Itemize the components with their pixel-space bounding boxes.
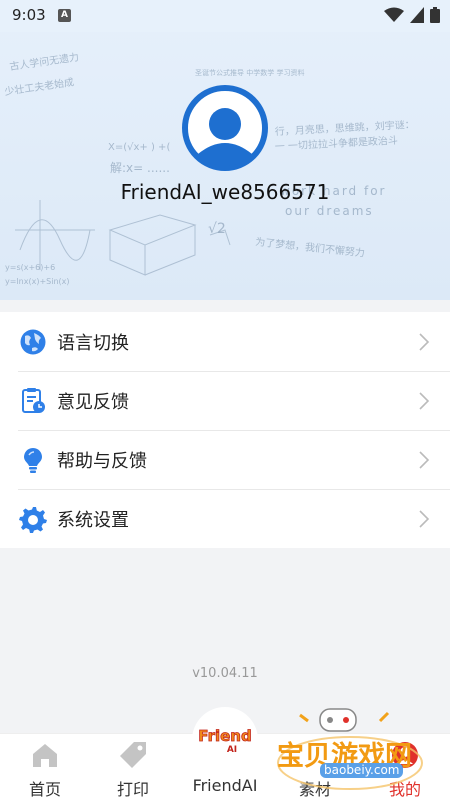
svg-text:our dreams: our dreams	[285, 204, 374, 218]
profile-header: 古人学问无遗力 少壮工夫老始成 X=(√x+ ) +( 解:x= ...... …	[0, 0, 450, 300]
signal-icon	[410, 7, 424, 23]
menu-item-feedback[interactable]: 意见反馈	[0, 371, 450, 430]
menu-label: 系统设置	[57, 509, 129, 531]
menu-label: 帮助与反馈	[57, 450, 147, 472]
logo-text: Friend	[198, 727, 251, 745]
svg-text:解:x= ......: 解:x= ......	[110, 161, 170, 175]
gear-icon	[19, 506, 47, 533]
menu-label: 意见反馈	[57, 391, 129, 413]
settings-menu: 语言切换 意见反馈 帮助与反馈 系统设置	[0, 312, 450, 548]
status-bar: 9:03 A	[0, 0, 450, 32]
menu-item-language[interactable]: 语言切换	[0, 312, 450, 371]
globe-icon	[20, 329, 46, 354]
menu-item-help[interactable]: 帮助与反馈	[0, 430, 450, 489]
username: FriendAI_we8566571	[120, 180, 330, 204]
chevron-right-icon	[419, 333, 430, 351]
menu-label: 语言切换	[57, 332, 129, 354]
menu-item-system-settings[interactable]: 系统设置	[0, 489, 450, 548]
svg-text:y=lnx(x)+Sin(x): y=lnx(x)+Sin(x)	[5, 277, 70, 286]
chevron-right-icon	[419, 392, 430, 410]
lightbulb-icon	[24, 447, 42, 473]
watermark-url: baobeiy.com	[320, 763, 404, 778]
home-icon	[33, 744, 57, 767]
battery-icon	[430, 7, 440, 23]
logo-sub: AI	[227, 745, 237, 754]
wifi-icon	[384, 7, 404, 22]
svg-text:X=(√x+ ) +(: X=(√x+ ) +(	[108, 142, 170, 153]
app-version: v10.04.11	[192, 666, 258, 681]
tab-print[interactable]: 打印	[88, 734, 178, 801]
chevron-right-icon	[419, 451, 430, 469]
svg-text:为了梦想，我们不懈努力: 为了梦想，我们不懈努力	[255, 235, 366, 259]
notification-icon: A	[58, 9, 71, 22]
tab-label: 打印	[116, 780, 149, 799]
avatar[interactable]	[181, 84, 269, 172]
tab-label: 首页	[28, 780, 61, 799]
svg-text:圣诞节公式推导 中学数学 学习资料: 圣诞节公式推导 中学数学 学习资料	[195, 68, 304, 77]
svg-text:少壮工夫老始成: 少壮工夫老始成	[4, 75, 75, 98]
svg-text:y=s(x+6)+6: y=s(x+6)+6	[5, 263, 55, 272]
feedback-clipboard-icon	[22, 387, 45, 413]
tag-icon	[120, 742, 146, 768]
friendai-logo: Friend AI	[198, 727, 252, 754]
chevron-right-icon	[419, 510, 430, 528]
svg-text:√2: √2	[208, 221, 226, 237]
svg-text:古人学问无遗力: 古人学问无遗力	[9, 50, 80, 73]
tab-label: FriendAI	[192, 776, 258, 795]
tab-home[interactable]: 首页	[0, 734, 90, 801]
status-time: 9:03	[12, 6, 46, 24]
